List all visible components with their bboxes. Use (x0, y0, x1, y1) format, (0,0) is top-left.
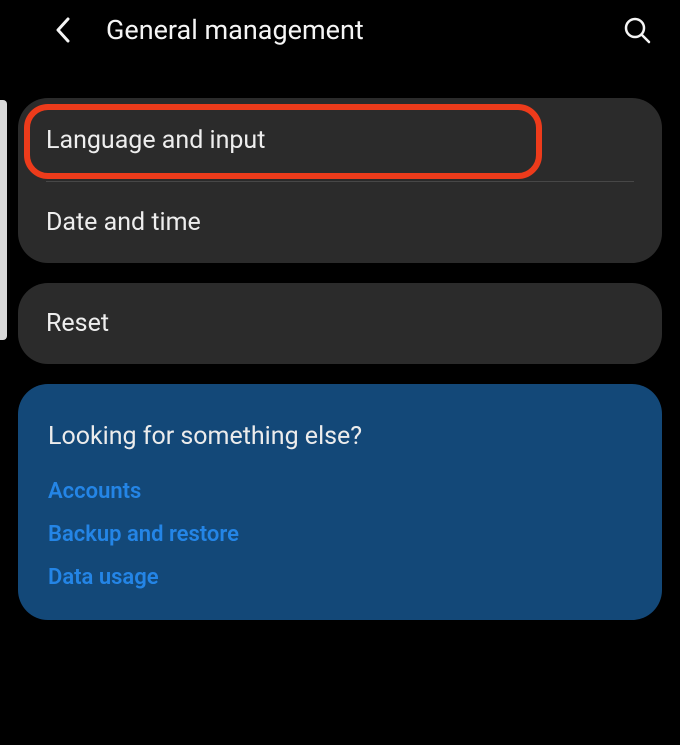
list-item-label: Language and input (46, 126, 265, 155)
suggestion-link-backup[interactable]: Backup and restore (48, 522, 632, 547)
list-item-date-time[interactable]: Date and time (18, 182, 662, 263)
page-title: General management (106, 14, 622, 46)
suggestion-link-accounts[interactable]: Accounts (48, 479, 632, 504)
settings-group-1: Language and input Date and time (18, 98, 662, 263)
list-item-label: Reset (46, 309, 109, 338)
list-item-label: Date and time (46, 208, 201, 237)
suggestions-title: Looking for something else? (48, 422, 632, 451)
suggestion-link-data-usage[interactable]: Data usage (48, 565, 632, 590)
settings-group-2: Reset (18, 283, 662, 364)
content: Language and input Date and time Reset L… (0, 60, 680, 620)
search-icon[interactable] (622, 15, 652, 45)
header: General management (0, 0, 680, 60)
list-item-language-input[interactable]: Language and input (18, 98, 662, 181)
scroll-indicator[interactable] (0, 100, 7, 340)
list-item-reset[interactable]: Reset (18, 283, 662, 364)
back-icon[interactable] (50, 17, 76, 43)
suggestions-card: Looking for something else? Accounts Bac… (18, 384, 662, 620)
